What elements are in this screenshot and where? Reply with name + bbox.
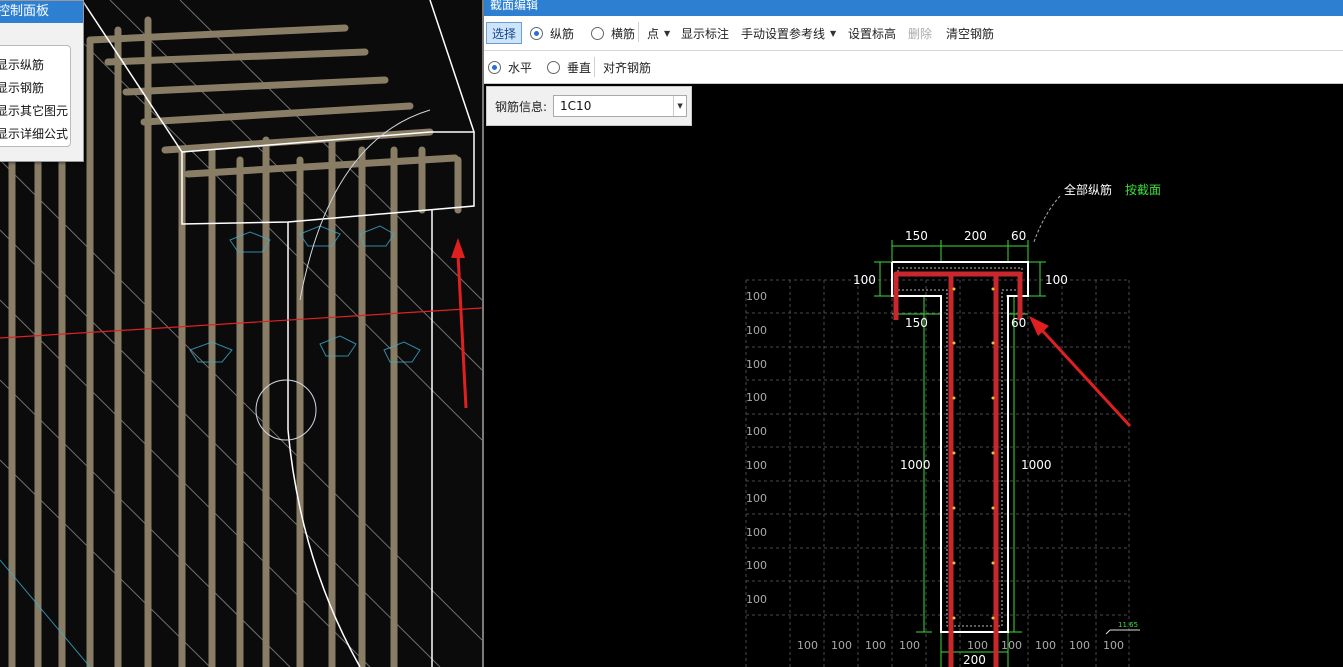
vertical-radio[interactable]: 垂直	[547, 51, 591, 83]
show-detailed-formula-option[interactable]: 显示详细公式	[0, 125, 68, 142]
control-panel: 控制面板 显示纵筋 显示钢筋 显示其它图元 显示详细公式	[0, 0, 84, 162]
section-drawing: 100 100 100 100 100 100 100 100 100 100 …	[745, 182, 1161, 667]
grid-label: 100	[746, 459, 767, 472]
manual-reference-line-dropdown[interactable]: 手动设置参考线 ▼	[741, 16, 836, 50]
grid-label: 100	[1001, 639, 1022, 652]
editor-toolbar-align: 水平 垂直 对齐钢筋	[484, 51, 1343, 84]
radio-unchecked-icon	[591, 26, 604, 40]
dim-inner-left: 150	[905, 316, 928, 330]
grid-label: 100	[797, 639, 818, 652]
grid-label: 100	[746, 391, 767, 404]
radio-checked-icon	[488, 60, 501, 74]
toolbar-separator	[638, 22, 639, 42]
grid-label: 100	[746, 324, 767, 337]
horizontal-label: 水平	[508, 60, 533, 75]
dim-left: 100	[853, 273, 876, 287]
dropdown-arrow-icon[interactable]: ▼	[673, 96, 686, 116]
set-elevation-button[interactable]: 设置标高	[848, 16, 896, 50]
grid-label: 100	[1103, 639, 1124, 652]
grid-label: 100	[865, 639, 886, 652]
rebar-info-select[interactable]: 1C10 ▼	[553, 95, 688, 117]
grid-label: 100	[746, 358, 767, 371]
annotation-by-section-link[interactable]: 按截面	[1125, 183, 1161, 197]
dim-inner-right: 60	[1011, 316, 1026, 330]
editor-title-bar: 截面编辑	[484, 0, 1343, 16]
control-panel-title: 控制面板	[0, 1, 83, 23]
3d-rebar-view[interactable]: 控制面板 显示纵筋 显示钢筋 显示其它图元 显示详细公式	[0, 0, 482, 667]
show-longitudinal-option[interactable]: 显示纵筋	[0, 56, 44, 73]
annotation-arrow-left	[451, 238, 468, 409]
stirrup-radio[interactable]: 横筋	[591, 16, 635, 50]
dropdown-arrow-icon: ▼	[664, 28, 671, 38]
show-rebar-option[interactable]: 显示钢筋	[0, 79, 44, 96]
dropdown-arrow-icon: ▼	[830, 28, 837, 38]
section-drawing-canvas[interactable]: 100 100 100 100 100 100 100 100 100 100 …	[484, 84, 1343, 667]
vertical-label: 垂直	[567, 60, 592, 75]
point-dropdown[interactable]: 点 ▼	[647, 16, 670, 50]
editor-toolbar-main: 选择 纵筋 横筋 点 ▼ 显示标注 手动设置参考线 ▼ 设置标高 删除 清空钢筋	[484, 16, 1343, 51]
elevation-value: 11.65	[1118, 621, 1138, 629]
grid-label: 100	[1069, 639, 1090, 652]
show-label-button[interactable]: 显示标注	[681, 16, 729, 50]
grid-label: 100	[1035, 639, 1056, 652]
grid-label: 100	[831, 639, 852, 652]
dim-top-left: 150	[905, 229, 928, 243]
grid-label: 100	[746, 559, 767, 572]
annotation-all-longitudinal: 全部纵筋	[1064, 182, 1112, 197]
control-panel-options: 显示纵筋 显示钢筋 显示其它图元 显示详细公式	[0, 45, 71, 147]
toolbar-separator	[594, 57, 595, 77]
dim-height-left: 1000	[900, 458, 931, 472]
dim-bottom: 200	[963, 653, 986, 667]
grid-label: 100	[746, 593, 767, 606]
grid-label: 100	[746, 425, 767, 438]
dim-top-middle: 200	[964, 229, 987, 243]
select-button[interactable]: 选择	[486, 22, 522, 44]
dim-right: 100	[1045, 273, 1068, 287]
grid-label: 100	[746, 526, 767, 539]
dim-height-right: 1000	[1021, 458, 1052, 472]
section-editor-window: 截面编辑 选择 纵筋 横筋 点 ▼ 显示标注 手动设置参考线 ▼ 设置标高 删除…	[484, 0, 1343, 667]
radio-checked-icon	[530, 26, 543, 40]
editor-title: 截面编辑	[490, 0, 539, 12]
grid-label: 100	[967, 639, 988, 652]
rebar-points	[952, 287, 995, 620]
align-rebar-button[interactable]: 对齐钢筋	[603, 51, 651, 83]
point-label: 点	[647, 26, 660, 41]
longitudinal-radio[interactable]: 纵筋	[530, 16, 574, 50]
longitudinal-label: 纵筋	[550, 26, 575, 41]
stirrup-label: 横筋	[611, 26, 636, 41]
grid-label: 100	[746, 492, 767, 505]
grid-label: 100	[746, 290, 767, 303]
delete-button[interactable]: 删除	[908, 16, 932, 50]
manual-ref-label: 手动设置参考线	[741, 26, 826, 41]
rebar-info-value: 1C10	[560, 99, 592, 113]
clear-rebar-button[interactable]: 清空钢筋	[946, 16, 994, 50]
dim-top-right: 60	[1011, 229, 1026, 243]
show-other-elements-option[interactable]: 显示其它图元	[0, 102, 68, 119]
radio-unchecked-icon	[547, 60, 560, 74]
elevation-tag: 11.65	[1105, 621, 1140, 635]
annotation-arrow-right	[1029, 316, 1132, 428]
grid-left-labels: 100 100 100 100 100 100 100 100 100 100	[746, 290, 767, 606]
rebar-info-panel: 钢筋信息: 1C10 ▼	[486, 86, 692, 126]
grid-label: 100	[899, 639, 920, 652]
horizontal-radio[interactable]: 水平	[488, 51, 532, 83]
rebar-info-label: 钢筋信息:	[495, 99, 548, 114]
